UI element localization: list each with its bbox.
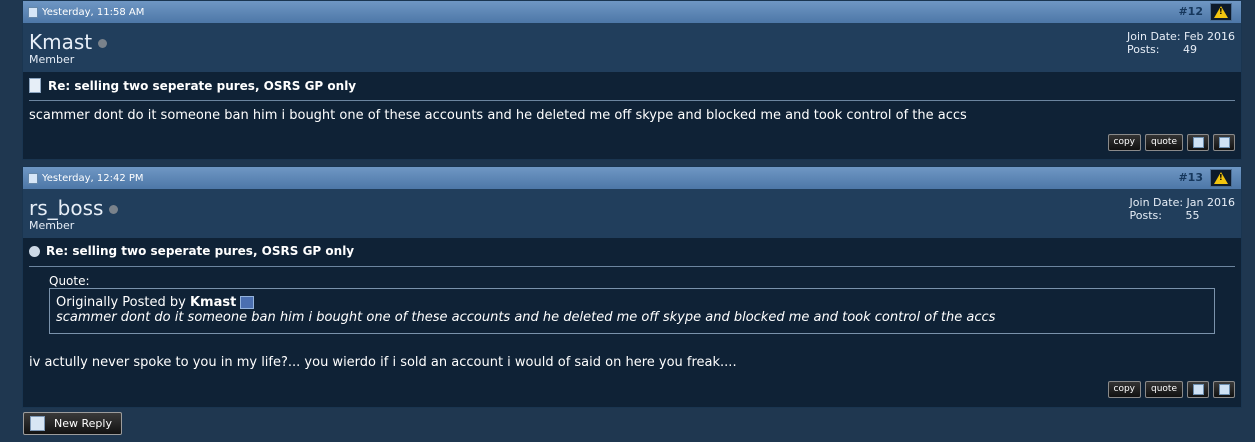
quote-attribution: Originally Posted by Kmast — [56, 295, 1208, 310]
post-13: Yesterday, 12:42 PM #13 rs_boss Member J… — [22, 166, 1242, 408]
multi-quote-button[interactable] — [1187, 381, 1209, 398]
post-date-text: Yesterday, 12:42 PM — [42, 172, 144, 184]
document-icon — [29, 78, 41, 93]
post-message: iv actully never spoke to you in my life… — [29, 355, 737, 370]
status-offline-icon — [109, 205, 119, 214]
edit-icon — [1218, 137, 1230, 148]
user-info-bar: rs_boss Member Join Date: Jan 2016 Posts… — [23, 189, 1241, 238]
username-text[interactable]: rs_boss — [29, 196, 103, 220]
quote-text: scammer dont do it someone ban him i bou… — [56, 310, 996, 325]
post-icon — [28, 172, 38, 184]
join-date-label: Join Date: — [1129, 196, 1184, 209]
multi-quote-icon — [1192, 384, 1204, 395]
edit-button[interactable] — [1213, 134, 1235, 151]
quote-prefix: Originally Posted by — [56, 295, 186, 310]
reply-icon — [29, 245, 40, 257]
post-message: scammer dont do it someone ban him i bou… — [29, 108, 967, 123]
status-offline-icon — [98, 39, 108, 48]
quote-box: Originally Posted by Kmast scammer dont … — [49, 288, 1215, 334]
post-title: Re: selling two seperate pures, OSRS GP … — [29, 78, 356, 93]
join-date-value: Jan 2016 — [1186, 196, 1235, 209]
post-body: Re: selling two seperate pures, OSRS GP … — [23, 72, 1241, 157]
copy-button[interactable]: copy — [1107, 381, 1141, 398]
post-icon — [28, 6, 38, 18]
join-date-value: Feb 2016 — [1184, 30, 1235, 43]
new-reply-button[interactable]: New Reply — [23, 412, 122, 435]
divider — [29, 100, 1235, 101]
post-header: Yesterday, 12:42 PM #13 — [23, 167, 1241, 189]
quote-button[interactable]: quote — [1145, 381, 1183, 398]
join-date-label: Join Date: — [1127, 30, 1181, 43]
post-title: Re: selling two seperate pures, OSRS GP … — [29, 244, 354, 258]
post-title-text: Re: selling two seperate pures, OSRS GP … — [48, 78, 357, 93]
post-number-link[interactable]: #12 — [1178, 5, 1203, 18]
edit-button[interactable] — [1213, 381, 1235, 398]
username[interactable]: rs_boss — [29, 196, 119, 220]
report-button[interactable] — [1210, 169, 1232, 187]
edit-icon — [1218, 384, 1230, 395]
pencil-icon — [30, 416, 45, 431]
new-reply-label: New Reply — [54, 417, 112, 430]
report-button[interactable] — [1210, 3, 1232, 21]
user-title: Member — [29, 53, 75, 66]
post-date-text: Yesterday, 11:58 AM — [42, 6, 145, 18]
username[interactable]: Kmast — [29, 30, 108, 54]
user-info-bar: Kmast Member Join Date: Feb 2016 Posts: 4… — [23, 23, 1241, 72]
quote-button[interactable]: quote — [1145, 134, 1183, 151]
post-actions: copy quote — [1107, 381, 1235, 398]
posts-value: 55 — [1185, 209, 1200, 222]
post-date: Yesterday, 11:58 AM — [23, 6, 145, 18]
view-post-icon[interactable] — [240, 296, 255, 309]
warning-icon — [1214, 6, 1228, 18]
quote-label: Quote: — [49, 274, 90, 288]
divider — [29, 266, 1235, 267]
post-actions: copy quote — [1107, 134, 1235, 151]
username-text[interactable]: Kmast — [29, 30, 92, 54]
post-date: Yesterday, 12:42 PM — [23, 172, 144, 184]
posts-value: 49 — [1183, 43, 1198, 56]
post-number-link[interactable]: #13 — [1178, 171, 1203, 184]
warning-icon — [1214, 172, 1228, 184]
post-title-text: Re: selling two seperate pures, OSRS GP … — [46, 244, 355, 258]
posts-label: Posts: — [1129, 209, 1162, 222]
user-stats: Join Date: Feb 2016 Posts: 49 — [1127, 30, 1235, 56]
post-12: Yesterday, 11:58 AM #12 Kmast Member Joi… — [22, 0, 1242, 160]
posts-label: Posts: — [1127, 43, 1160, 56]
user-stats: Join Date: Jan 2016 Posts: 55 — [1130, 196, 1235, 222]
post-header: Yesterday, 11:58 AM #12 — [23, 1, 1241, 23]
post-body: Re: selling two seperate pures, OSRS GP … — [23, 238, 1241, 405]
copy-button[interactable]: copy — [1107, 134, 1141, 151]
user-title: Member — [29, 219, 75, 232]
multi-quote-button[interactable] — [1187, 134, 1209, 151]
quote-author: Kmast — [189, 295, 237, 310]
multi-quote-icon — [1192, 137, 1204, 148]
